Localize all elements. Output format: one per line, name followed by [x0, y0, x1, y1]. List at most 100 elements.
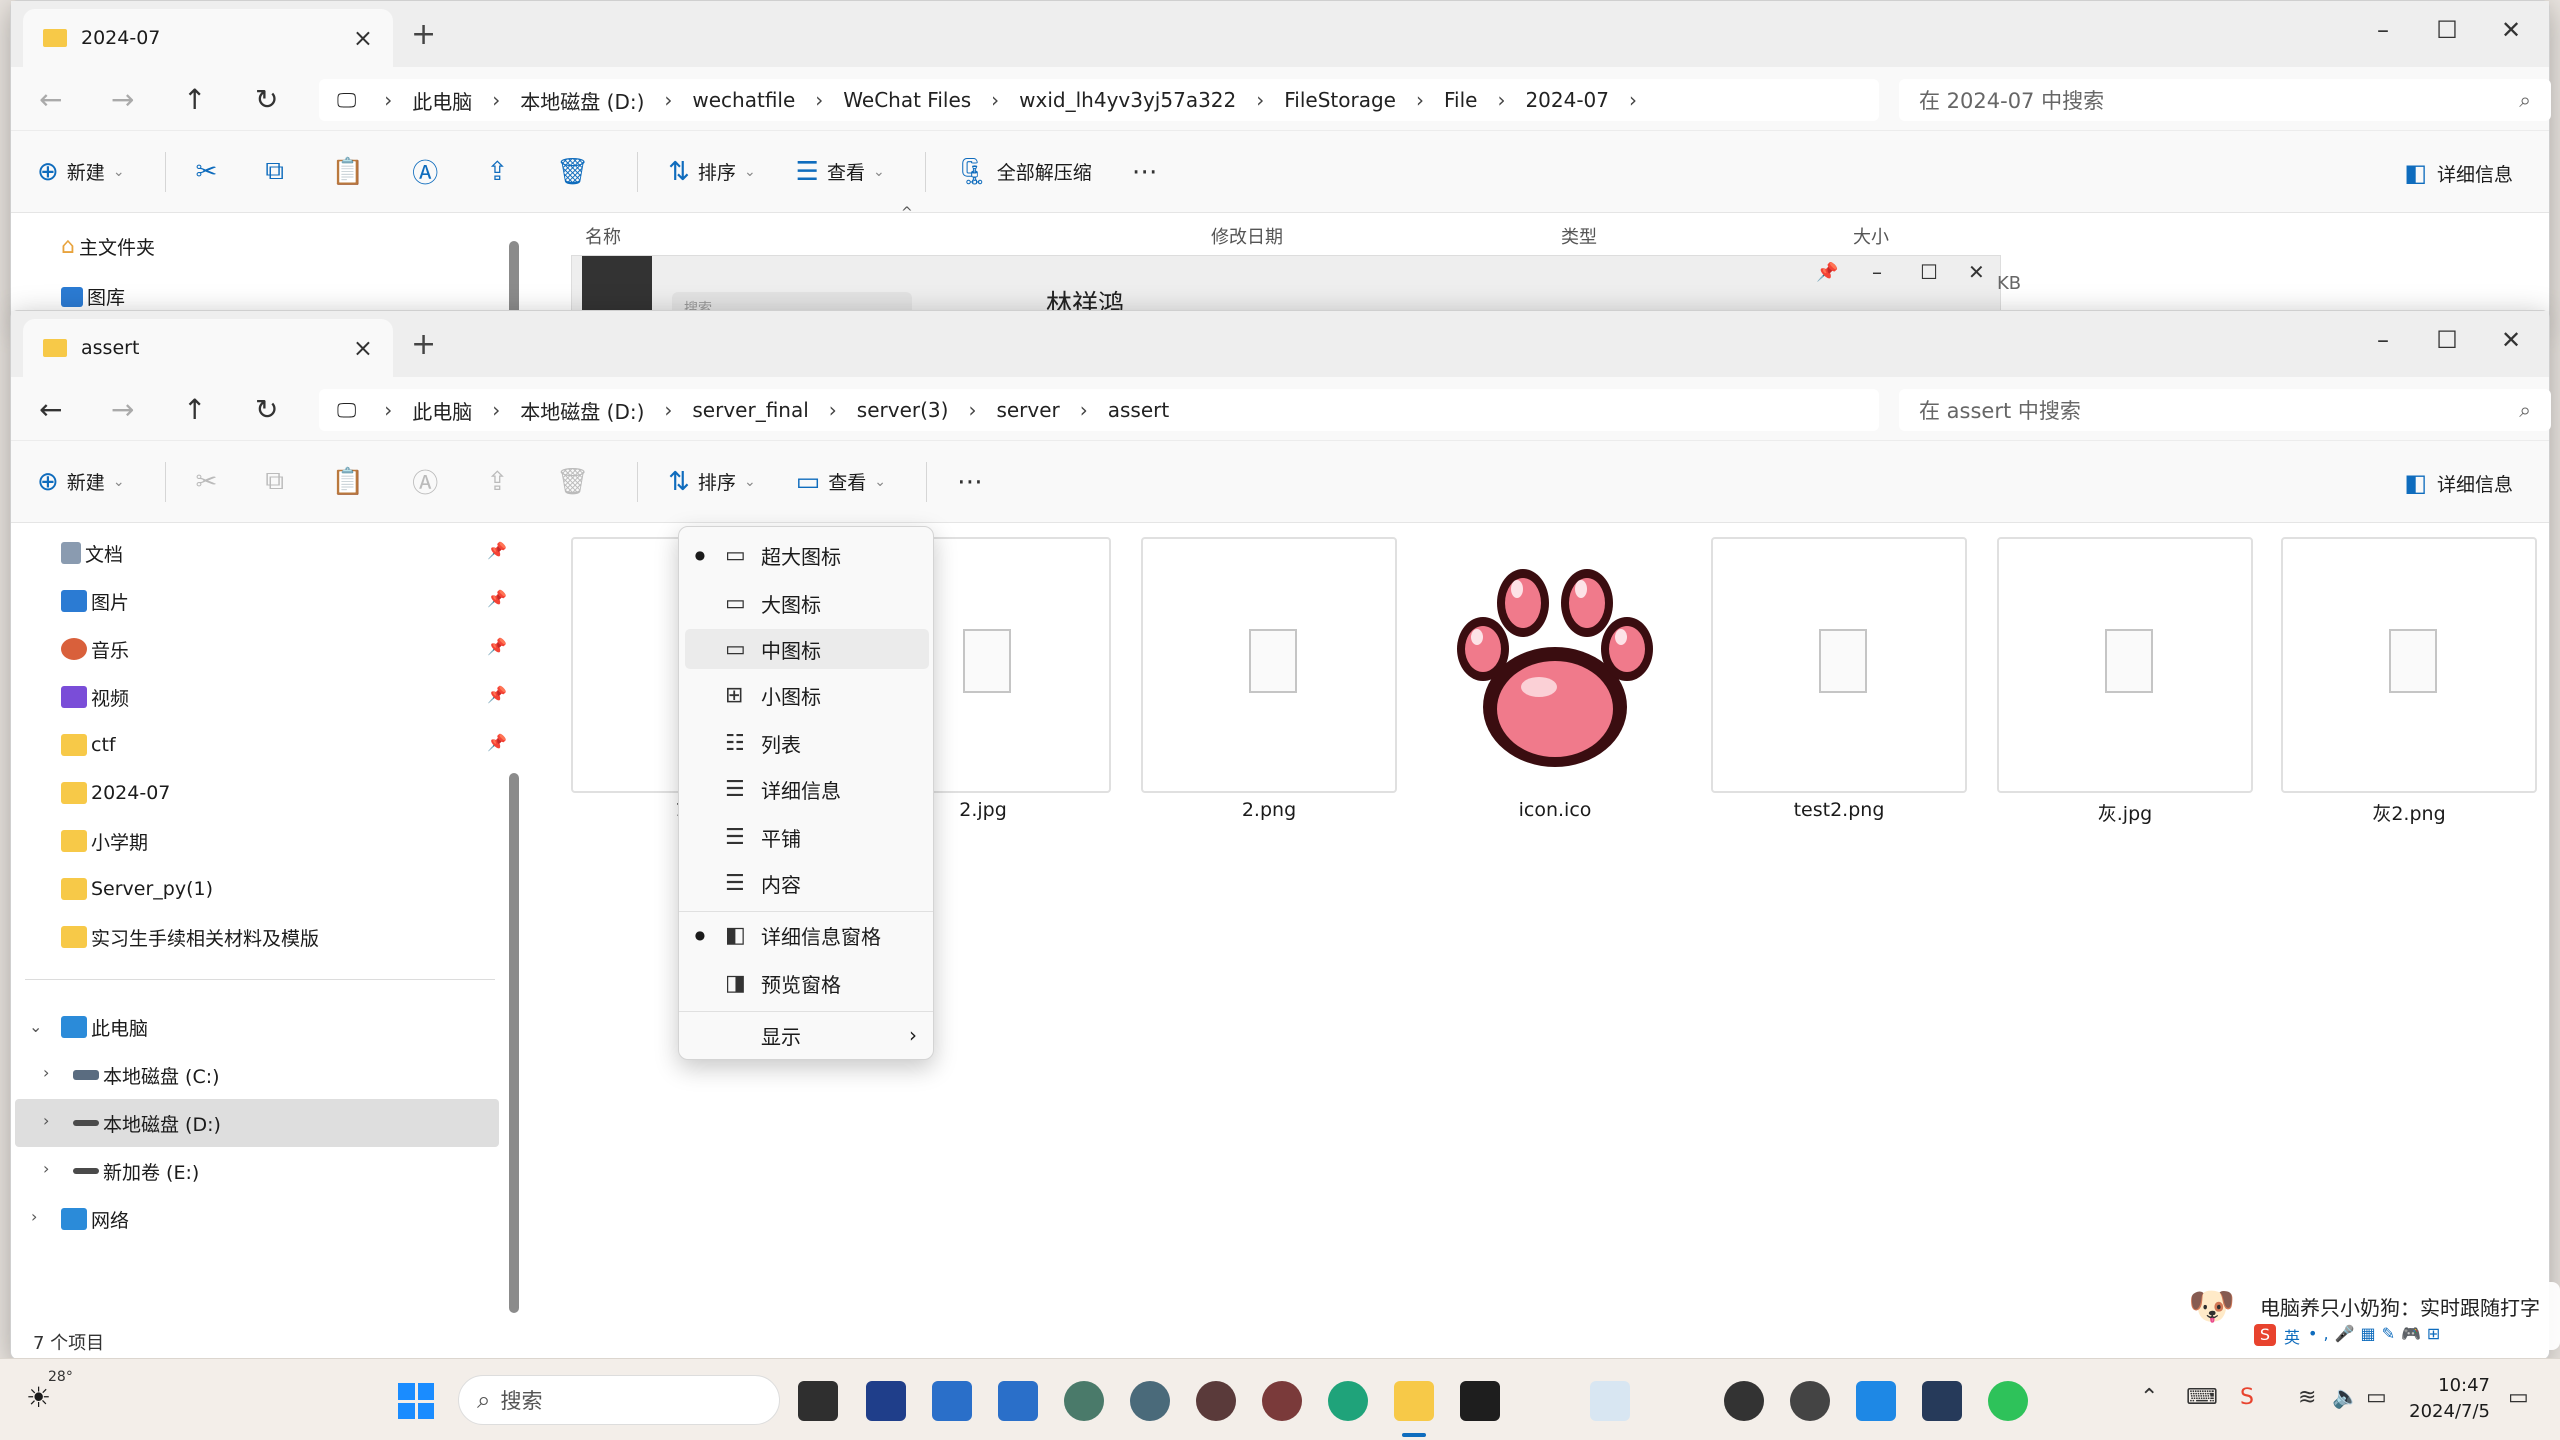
breadcrumb-item[interactable]: assert — [1108, 398, 1169, 422]
app-icon[interactable] — [1262, 1381, 1302, 1421]
column-date[interactable]: 修改日期 — [1211, 223, 1283, 249]
forward-arrow-icon[interactable]: → — [111, 393, 134, 426]
breadcrumb-item[interactable]: 此电脑 — [412, 86, 472, 115]
sidebar-item-pictures[interactable]: 图片 — [61, 581, 129, 621]
paste-button[interactable]: 📋 — [332, 467, 372, 497]
sogou-icon[interactable]: S — [2254, 1324, 2276, 1346]
sidebar-scrollbar[interactable] — [509, 773, 519, 1313]
view-button[interactable]: ▭ 查看 ⌄ — [796, 467, 886, 497]
ime-popup[interactable]: 🐶 电脑养只小奶狗：实时跟随打字 S 英 •,🎤▦✎🎮⊞ — [2180, 1282, 2560, 1350]
app-icon[interactable] — [998, 1381, 1038, 1421]
start-icon[interactable] — [398, 1383, 434, 1419]
ime-toolbar-icons[interactable]: •,🎤▦✎🎮⊞ — [2308, 1324, 2446, 1343]
wifi-icon[interactable]: ≋ — [2298, 1385, 2316, 1410]
sidebar-item-drive-c[interactable]: 本地磁盘 (C:) — [73, 1055, 220, 1095]
sidebar-item-internship[interactable]: 实习生手续相关材料及模版 — [61, 917, 319, 957]
rename-button[interactable]: Ⓐ — [412, 463, 446, 500]
tab-assert[interactable]: assert × — [23, 319, 393, 377]
file-tile[interactable] — [1427, 537, 1683, 793]
view-button[interactable]: ☰ 查看 ⌄ — [796, 157, 885, 187]
copy-button[interactable]: ⧉ — [265, 466, 292, 497]
battery-icon[interactable]: ▭ — [2366, 1385, 2387, 1410]
chevron-up-icon[interactable]: ⌃ — [2140, 1385, 2158, 1410]
sidebar-item-documents[interactable]: 文档 — [61, 533, 123, 573]
cut-button[interactable]: ✂ — [196, 157, 226, 187]
breadcrumb-item[interactable]: server_final — [692, 398, 808, 422]
maximize-icon[interactable]: ☐ — [1920, 260, 1938, 284]
column-size[interactable]: 大小 — [1853, 223, 1889, 249]
chevron-down-icon[interactable]: ⌄ — [29, 1017, 42, 1036]
close-tab-icon[interactable]: × — [353, 334, 373, 362]
sidebar-item-music[interactable]: 音乐 — [61, 629, 129, 669]
menu-item-list[interactable]: ☷ 列表 — [685, 723, 929, 763]
ime-tray-icon[interactable]: ⌨ — [2186, 1385, 2218, 1410]
menu-item-details[interactable]: ☰ 详细信息 — [685, 769, 929, 809]
pin-icon[interactable]: 📌 — [487, 541, 507, 560]
share-button[interactable]: ⇪ — [486, 467, 516, 497]
new-button[interactable]: ⊕ 新建 ⌄ — [37, 157, 125, 187]
breadcrumb-item[interactable]: wechatfile — [692, 88, 795, 112]
sidebar-scrollbar[interactable] — [509, 241, 519, 321]
sidebar-item-gallery[interactable]: 图库 — [61, 283, 125, 310]
breadcrumb-item[interactable]: 本地磁盘 (D:) — [520, 396, 644, 425]
back-arrow-icon[interactable]: ← — [39, 393, 62, 426]
menu-item-medium-icons[interactable]: ▭ 中图标 — [685, 629, 929, 669]
chevron-right-icon[interactable]: › — [43, 1111, 49, 1130]
sidebar-item-videos[interactable]: 视频 — [61, 677, 129, 717]
app-icon[interactable] — [1590, 1381, 1630, 1421]
forward-arrow-icon[interactable]: → — [111, 83, 134, 116]
breadcrumb-item[interactable]: WeChat Files — [843, 88, 971, 112]
vscode-icon[interactable] — [1856, 1381, 1896, 1421]
ime-mode[interactable]: 英 — [2284, 1324, 2300, 1348]
file-explorer-icon[interactable] — [1394, 1381, 1434, 1421]
menu-item-large-icons[interactable]: ▭ 大图标 — [685, 583, 929, 623]
details-button[interactable]: ◧ 详细信息 — [2404, 159, 2513, 187]
up-arrow-icon[interactable]: ↑ — [183, 83, 206, 116]
sort-button[interactable]: ⇅ 排序 ⌄ — [668, 467, 756, 497]
delete-button[interactable]: 🗑 — [556, 157, 597, 187]
new-tab-button[interactable]: + — [411, 327, 436, 362]
sidebar-item-server-py[interactable]: Server_py(1) — [61, 869, 213, 909]
breadcrumb-item[interactable]: wxid_lh4yv3yj57a322 — [1019, 88, 1236, 112]
new-tab-button[interactable]: + — [411, 17, 436, 52]
breadcrumb[interactable]: 🖵 › 此电脑 › 本地磁盘 (D:) › server_final › server… — [319, 389, 1879, 431]
close-tab-icon[interactable]: × — [353, 24, 373, 52]
pin-icon[interactable]: 📌 — [487, 637, 507, 656]
breadcrumb-item[interactable]: FileStorage — [1284, 88, 1396, 112]
sidebar-item-2024-07[interactable]: 2024-07 — [61, 773, 170, 813]
minimize-icon[interactable]: – — [1872, 260, 1882, 284]
minimize-icon[interactable]: – — [2351, 319, 2415, 361]
menu-item-extra-large-icons[interactable]: ● ▭ 超大图标 — [685, 535, 929, 575]
more-button[interactable]: ⋯ — [1132, 157, 1166, 187]
back-tab[interactable]: 2024-07 × — [23, 9, 393, 67]
sort-button[interactable]: ⇅ 排序 ⌄ — [668, 157, 756, 187]
more-button[interactable]: ⋯ — [957, 467, 991, 497]
breadcrumb-item[interactable]: 2024-07 — [1525, 88, 1609, 112]
share-button[interactable]: ⇪ — [486, 157, 516, 187]
file-tile[interactable] — [1711, 537, 1967, 793]
rename-button[interactable]: Ⓐ — [412, 153, 446, 190]
sidebar-item-ctf[interactable]: ctf — [61, 725, 116, 765]
sidebar-item-drive-d[interactable]: 本地磁盘 (D:) — [73, 1103, 221, 1143]
column-type[interactable]: 类型 — [1561, 223, 1597, 249]
chevron-right-icon[interactable]: › — [43, 1159, 49, 1178]
clock[interactable]: 10:47 2024/7/5 — [2409, 1373, 2490, 1425]
back-arrow-icon[interactable]: ← — [39, 83, 62, 116]
sidebar-item-network[interactable]: 网络 — [61, 1199, 129, 1239]
app-icon[interactable] — [932, 1381, 972, 1421]
menu-item-preview-pane[interactable]: ◨ 预览窗格 — [685, 963, 929, 1003]
breadcrumb-item[interactable]: server — [996, 398, 1059, 422]
breadcrumb[interactable]: 🖵 › 此电脑 › 本地磁盘 (D:) › wechatfile › WeChat F… — [319, 79, 1879, 121]
details-button[interactable]: ◧ 详细信息 — [2404, 469, 2513, 497]
pin-icon[interactable]: 📌 — [487, 733, 507, 752]
search-input[interactable]: 在 2024-07 中搜索 ⌕ — [1899, 79, 2551, 121]
terminal-icon[interactable] — [1460, 1381, 1500, 1421]
app-icon[interactable] — [1130, 1381, 1170, 1421]
pin-icon[interactable]: 📌 — [1816, 262, 1838, 283]
notification-icon[interactable]: ▭ — [2508, 1385, 2529, 1410]
edge-icon[interactable] — [1328, 1381, 1368, 1421]
breadcrumb-item[interactable]: 此电脑 — [412, 396, 472, 425]
pin-icon[interactable]: 📌 — [487, 685, 507, 704]
refresh-icon[interactable]: ↻ — [255, 393, 278, 426]
maximize-icon[interactable]: ☐ — [2415, 319, 2479, 361]
